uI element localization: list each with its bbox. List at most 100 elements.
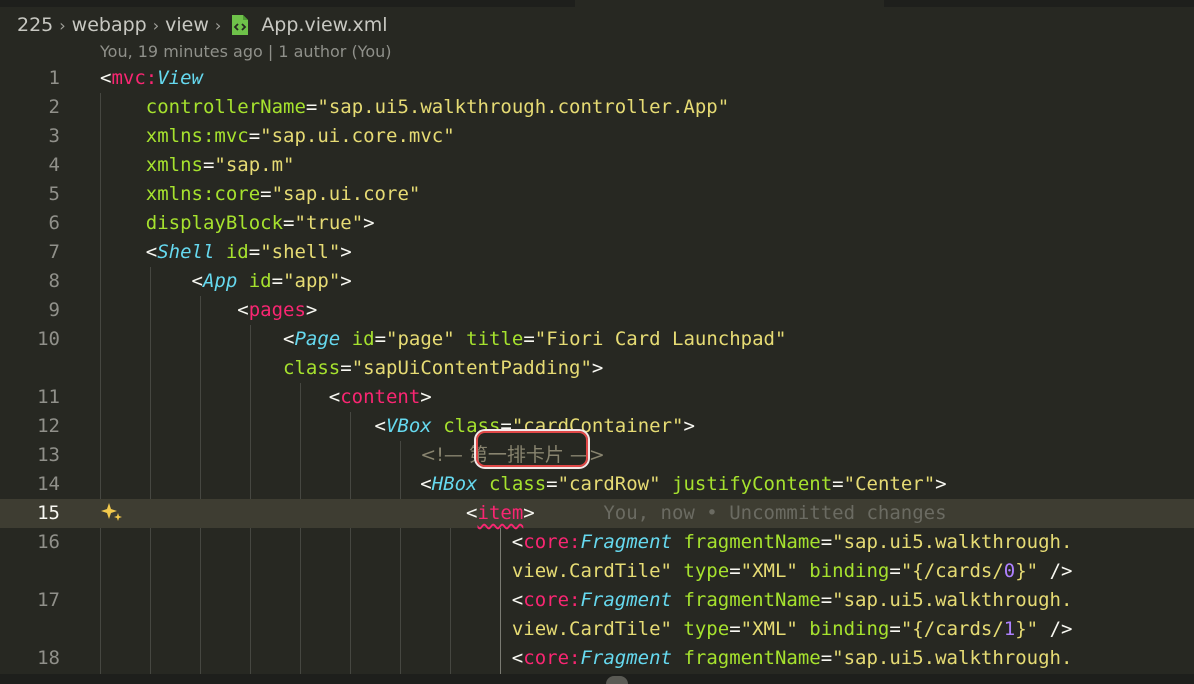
code-line[interactable]: 18 <core:Fragment fragmentName="sap.ui5.… [0,644,1194,673]
code-token-attr: id [351,328,375,350]
code-token-str: "sap.ui5.walkthrough. [832,589,1073,611]
code-token-pun: > [935,473,947,495]
panel-toggle-handle[interactable] [606,676,628,684]
code-line[interactable]: view.CardTile" type="XML" binding="{/car… [0,615,1194,644]
line-code: xmlns:mvc="sap.ui.core.mvc" [100,122,455,151]
code-line[interactable]: 6 displayBlock="true"> [0,209,1194,238]
line-code: view.CardTile" type="XML" binding="{/car… [100,557,1073,586]
code-token-tag: : [569,647,581,669]
code-token-attr: xmlns [145,154,203,176]
code-token-pun: = [283,212,295,234]
code-token-attr: binding [809,618,890,640]
code-token-pun: = [820,531,833,553]
code-line[interactable]: 13 <!— 第一排卡片 —> [0,441,1194,470]
code-line[interactable]: 1 <mvc:View [0,64,1194,93]
line-number: 8 [48,270,60,292]
code-token-attr: type [683,618,730,640]
line-code: view.CardTile" type="XML" binding="{/car… [100,615,1073,644]
code-token-str: "sap.ui5.walkthrough. [832,647,1073,669]
code-token-pun: < [100,270,203,292]
line-number: 4 [48,154,60,176]
code-token-attr: id [248,270,272,292]
breadcrumb-file-name[interactable]: App.view.xml [261,14,387,36]
code-token-pun [100,183,146,205]
code-line[interactable]: 3 xmlns:mvc="sap.ui.core.mvc" [0,122,1194,151]
code-token-str: }" [1015,618,1039,640]
code-token-attr: fragmentName [683,647,821,669]
code-token-attr: class [488,473,547,495]
code-token-pun [100,154,146,176]
code-token-cls: Fragment [580,647,672,669]
line-code: controllerName="sap.ui5.walkthrough.cont… [100,93,729,122]
code-token-pun: < [100,589,524,611]
line-code: <Shell id="shell"> [100,238,352,267]
git-blame-codelens[interactable]: You, 19 minutes ago | 1 author (You) [100,42,392,61]
code-token-attr: class [283,357,341,379]
code-token-pun: < [100,67,112,89]
code-token-pun: = [546,473,558,495]
line-number: 1 [48,67,60,89]
code-token-attr: fragmentName [683,589,821,611]
code-line[interactable]: 15 <item> You, now • Uncommitted changes [0,499,1194,528]
code-token-pun: > [420,386,432,408]
code-token-str: "page" [386,328,455,350]
horizontal-scrollbar-track[interactable] [0,674,1194,684]
code-token-str: }" [1015,560,1039,582]
line-code: displayBlock="true"> [100,209,375,238]
code-token-pun [535,502,604,524]
code-line[interactable]: 8 <App id="app"> [0,267,1194,296]
code-token-pun: > [305,299,318,321]
code-token-pun: = [305,96,318,118]
code-token-pun [214,241,225,263]
breadcrumb-item-view[interactable]: view [165,14,209,36]
sparkle-icon[interactable] [100,500,124,524]
code-line[interactable]: 10 <Page id="page" title="Fiori Card Lau… [0,325,1194,354]
code-line[interactable]: view.CardTile" type="XML" binding="{/car… [0,557,1194,586]
code-token-pun: < [100,241,158,263]
code-token-str: "{/cards/ [900,560,1004,582]
line-number: 9 [48,299,60,321]
code-token-pun: > [523,502,535,524]
line-number: 2 [48,96,60,118]
code-line[interactable]: class="sapUiContentPadding"> [0,354,1194,383]
code-token-pun: = [820,647,833,669]
code-line[interactable]: 12 <VBox class="cardContainer"> [0,412,1194,441]
line-number: 18 [37,647,60,669]
code-line[interactable]: 7 <Shell id="shell"> [0,238,1194,267]
code-token-pun: = [271,270,284,292]
code-token-pun: = [374,328,387,350]
code-token-cls: App [202,270,238,292]
code-token-pun [661,473,672,495]
code-token-pun: = [729,560,741,582]
code-token-pun [100,357,283,379]
code-token-pun: > [340,241,352,263]
line-number: 3 [48,125,60,147]
breadcrumb-item-webapp[interactable]: webapp [72,14,147,36]
line-number: 13 [37,444,60,466]
code-token-pun: < [100,415,386,437]
code-line[interactable]: 9 <pages> [0,296,1194,325]
code-token-tag: item [477,502,524,524]
code-line[interactable]: 2 controllerName="sap.ui5.walkthrough.co… [0,93,1194,122]
code-token-attr: id [225,241,249,263]
breadcrumb-separator: › [152,15,160,35]
code-editor[interactable]: 1 <mvc:View 2 controllerName="sap.ui5.walk… [0,64,1194,684]
code-token-tag: : [569,589,581,611]
code-token-pun: < [100,299,249,321]
line-code: <content> [100,383,432,412]
code-line[interactable]: 14 <HBox class="cardRow" justifyContent=… [0,470,1194,499]
code-token-pun [100,125,146,147]
breadcrumb-item-225[interactable]: 225 [17,14,53,36]
code-token-pun [340,328,351,350]
code-line[interactable]: 17 <core:Fragment fragmentName="sap.ui5.… [0,586,1194,615]
code-line[interactable]: 16 <core:Fragment fragmentName="sap.ui5.… [0,528,1194,557]
code-token-pun: = [523,328,535,350]
code-token-cls: HBox [431,473,478,495]
code-token-pun: = [832,473,844,495]
line-number: 10 [37,328,60,350]
code-token-pun: > [363,212,375,234]
code-line[interactable]: 11 <content> [0,383,1194,412]
code-line[interactable]: 5 xmlns:core="sap.ui.core" [0,180,1194,209]
line-number: 15 [37,502,60,524]
code-line[interactable]: 4 xmlns="sap.m" [0,151,1194,180]
